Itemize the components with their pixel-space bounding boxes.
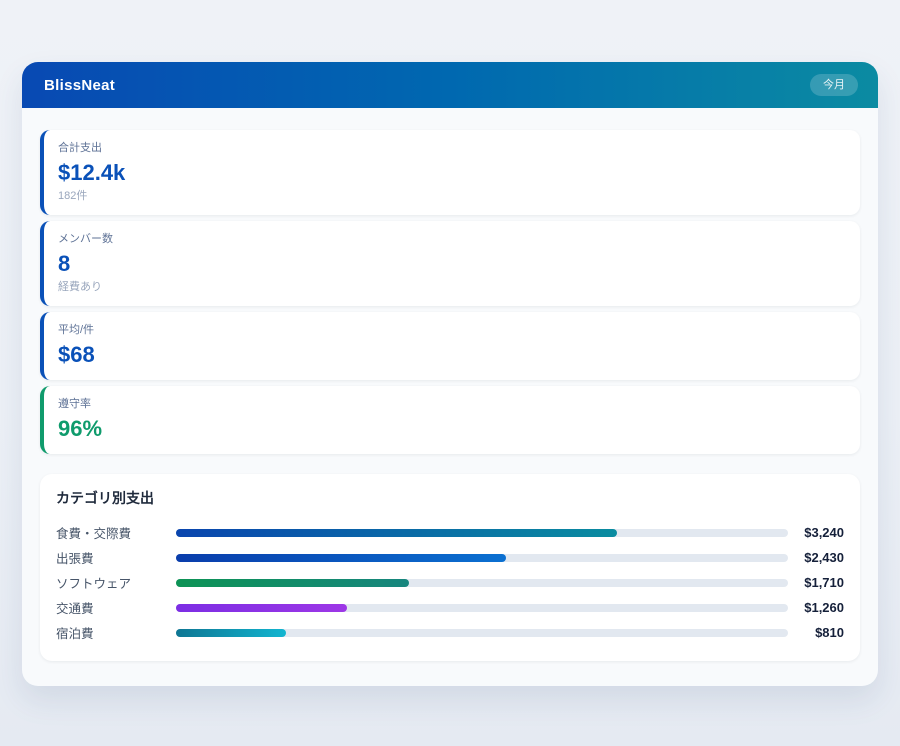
category-value: $810 — [788, 625, 844, 640]
stat-label: 合計支出 — [58, 141, 844, 156]
stat-label: 遵守率 — [58, 397, 844, 412]
stat-card-average: 平均/件 $68 — [40, 312, 860, 380]
category-value: $1,710 — [788, 575, 844, 590]
category-label: 食費・交際費 — [56, 523, 176, 542]
category-row: ソフトウェア $1,710 — [56, 570, 844, 595]
category-bar-track — [176, 529, 788, 537]
stat-label: メンバー数 — [58, 232, 844, 247]
category-breakdown-title: カテゴリ別支出 — [56, 490, 844, 507]
category-bar-track — [176, 554, 788, 562]
category-row: 交通費 $1,260 — [56, 595, 844, 620]
panel-body: 合計支出 $12.4k 182件 メンバー数 8 経費あり 平均/件 $68 遵… — [22, 108, 878, 661]
stat-card-members: メンバー数 8 経費あり — [40, 221, 860, 306]
category-bar-track — [176, 629, 788, 637]
category-row: 食費・交際費 $3,240 — [56, 520, 844, 545]
stat-value: $68 — [58, 342, 844, 368]
category-label: 交通費 — [56, 598, 176, 617]
category-bar-fill — [176, 629, 286, 637]
category-label: 宿泊費 — [56, 623, 176, 642]
category-label: ソフトウェア — [56, 573, 176, 592]
stat-value: 8 — [58, 251, 844, 277]
category-value: $1,260 — [788, 600, 844, 615]
category-value: $3,240 — [788, 525, 844, 540]
category-bar-track — [176, 604, 788, 612]
stat-sub: 経費あり — [58, 280, 844, 294]
app-title: BlissNeat — [44, 77, 115, 94]
category-row: 宿泊費 $810 — [56, 620, 844, 645]
stat-value: 96% — [58, 416, 844, 442]
stat-sub: 182件 — [58, 189, 844, 203]
category-bar-track — [176, 579, 788, 587]
category-bar-fill — [176, 604, 347, 612]
category-bar-fill — [176, 579, 409, 587]
category-row: 出張費 $2,430 — [56, 545, 844, 570]
dashboard-panel: BlissNeat 今月 合計支出 $12.4k 182件 メンバー数 8 経費… — [22, 62, 878, 686]
category-bar-fill — [176, 554, 506, 562]
category-label: 出張費 — [56, 548, 176, 567]
stat-value: $12.4k — [58, 160, 844, 186]
app-header: BlissNeat 今月 — [22, 62, 878, 108]
period-badge[interactable]: 今月 — [810, 74, 858, 96]
stat-label: 平均/件 — [58, 323, 844, 338]
category-breakdown-card: カテゴリ別支出 食費・交際費 $3,240 出張費 $2,430 ソフトウェア … — [40, 474, 860, 661]
category-value: $2,430 — [788, 550, 844, 565]
category-bar-fill — [176, 529, 617, 537]
stat-card-total-spend: 合計支出 $12.4k 182件 — [40, 130, 860, 215]
stat-card-compliance: 遵守率 96% — [40, 386, 860, 454]
